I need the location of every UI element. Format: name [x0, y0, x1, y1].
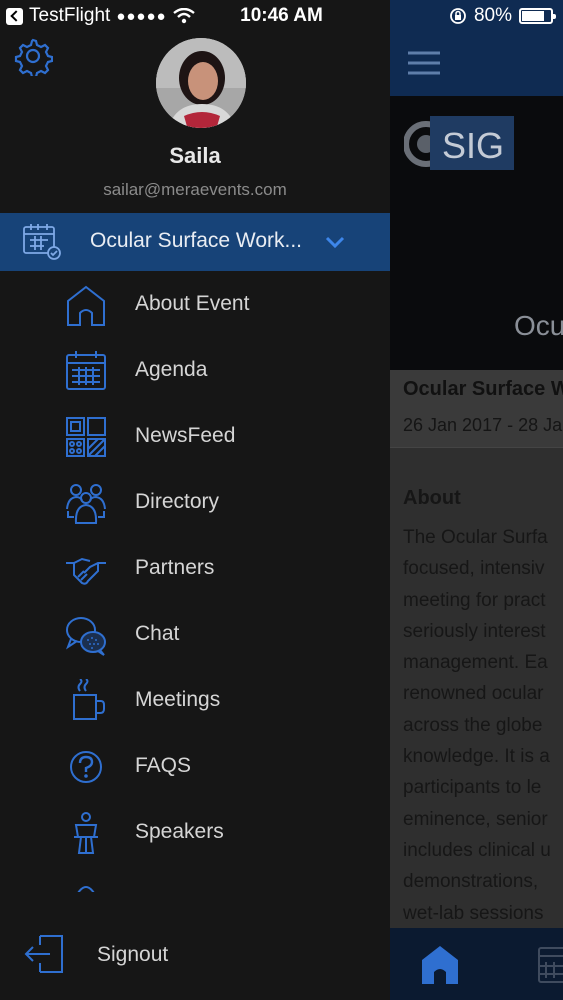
about-line: includes clinical u	[403, 839, 551, 861]
user-name: Saila	[169, 143, 221, 168]
menu-item-about-event[interactable]: About Event	[0, 272, 390, 338]
about-line: knowledge. It is a	[403, 746, 550, 768]
about-line: The Ocular Surfa	[403, 527, 548, 548]
event-card-title: Ocular Surface W	[403, 378, 563, 400]
menu-label: Agenda	[135, 358, 208, 381]
about-text: The Ocular Surfa focused, intensiv meeti…	[403, 522, 563, 929]
battery-percent: 80%	[473, 5, 512, 26]
status-bar: TestFlight ●●●●● 10:46 AM 80%	[0, 0, 563, 32]
about-line: management. Ea	[403, 652, 548, 674]
menu-item-newsfeed[interactable]: NewsFeed	[0, 404, 390, 470]
bottom-tab-bar	[390, 928, 563, 1000]
chat-icon	[65, 617, 106, 656]
rotation-lock-icon	[450, 8, 466, 24]
status-left: TestFlight ●●●●●	[6, 5, 195, 27]
menu-item-faqs[interactable]: FAQS	[0, 734, 390, 800]
event-selector[interactable]: Ocular Surface Work...	[0, 213, 390, 271]
handshake-icon	[66, 557, 106, 585]
svg-text:SIG: SIG	[442, 125, 504, 166]
back-app-label[interactable]: TestFlight	[29, 5, 110, 27]
people-icon	[66, 484, 106, 524]
event-card-dates: 26 Jan 2017 - 28 Ja	[403, 415, 563, 435]
menu-item-meetings[interactable]: Meetings	[0, 668, 390, 734]
menu-item-directory[interactable]: Directory	[0, 470, 390, 536]
menu-label: Meetings	[135, 688, 221, 711]
menu-item-agenda[interactable]: Agenda	[0, 338, 390, 404]
chevron-down-icon[interactable]	[324, 231, 346, 253]
signout-icon	[24, 935, 63, 973]
about-line: demonstrations,	[403, 871, 539, 893]
avatar[interactable]	[156, 38, 246, 128]
menu-item-speakers[interactable]: Speakers	[0, 800, 390, 866]
user-email: sailar@meraevents.com	[103, 180, 287, 199]
menu-item-partial[interactable]	[0, 866, 390, 892]
event-card[interactable]: Ocular Surface W 26 Jan 2017 - 28 Ja	[390, 370, 563, 448]
signout-label: Signout	[97, 943, 169, 966]
about-heading: About	[403, 487, 461, 509]
question-icon	[70, 751, 102, 783]
menu-item-chat[interactable]: Chat	[0, 602, 390, 668]
about-line: meeting for pract	[403, 589, 546, 611]
menu-label: Speakers	[135, 820, 224, 843]
person-icon	[77, 886, 95, 892]
event-banner: SIG Ocu	[390, 96, 563, 370]
home-tab-icon[interactable]	[418, 942, 462, 986]
menu-item-partners[interactable]: Partners	[0, 536, 390, 602]
speaker-icon	[74, 812, 98, 854]
menu-label: Directory	[135, 490, 220, 513]
home-icon	[67, 285, 105, 326]
background-screen: SIG Ocu Ocular Surface W 26 Jan 2017 - 2…	[390, 0, 563, 1000]
menu-label: FAQS	[135, 754, 192, 777]
about-line: across the globe	[403, 714, 543, 736]
calendar-icon	[66, 351, 106, 390]
signout-button[interactable]: Signout	[0, 922, 390, 988]
side-drawer: Saila sailar@meraevents.com Ocular Surfa…	[0, 0, 390, 1000]
wifi-icon	[172, 8, 195, 24]
event-title: Ocular Surface Work...	[90, 229, 303, 252]
menu-label: Partners	[135, 556, 215, 579]
about-line: seriously interest	[403, 620, 546, 642]
back-to-app-icon[interactable]	[6, 7, 23, 25]
about-line: renowned ocular	[403, 683, 544, 705]
menu-label: About Event	[135, 292, 250, 315]
sig-logo: SIG	[404, 116, 514, 170]
banner-title: Ocu	[514, 310, 563, 341]
battery-icon	[519, 8, 556, 24]
about-line: eminence, senior	[403, 808, 548, 830]
gear-icon[interactable]	[13, 36, 53, 76]
menu-label: Chat	[135, 622, 180, 645]
clock: 10:46 AM	[240, 5, 323, 26]
calendar-icon	[23, 224, 61, 260]
grid-icon	[66, 417, 106, 457]
status-right: 80%	[449, 5, 556, 27]
signal-strength: ●●●●●	[116, 7, 167, 25]
coffee-icon	[73, 679, 105, 720]
menu-label: NewsFeed	[135, 424, 236, 447]
battery-fill	[522, 11, 544, 21]
about-line: wet-lab sessions	[403, 902, 544, 924]
about-line: participants to le	[403, 777, 542, 799]
hamburger-menu-icon[interactable]	[408, 50, 440, 76]
about-line: focused, intensiv	[403, 558, 545, 580]
calendar-tab-icon[interactable]	[536, 942, 563, 986]
